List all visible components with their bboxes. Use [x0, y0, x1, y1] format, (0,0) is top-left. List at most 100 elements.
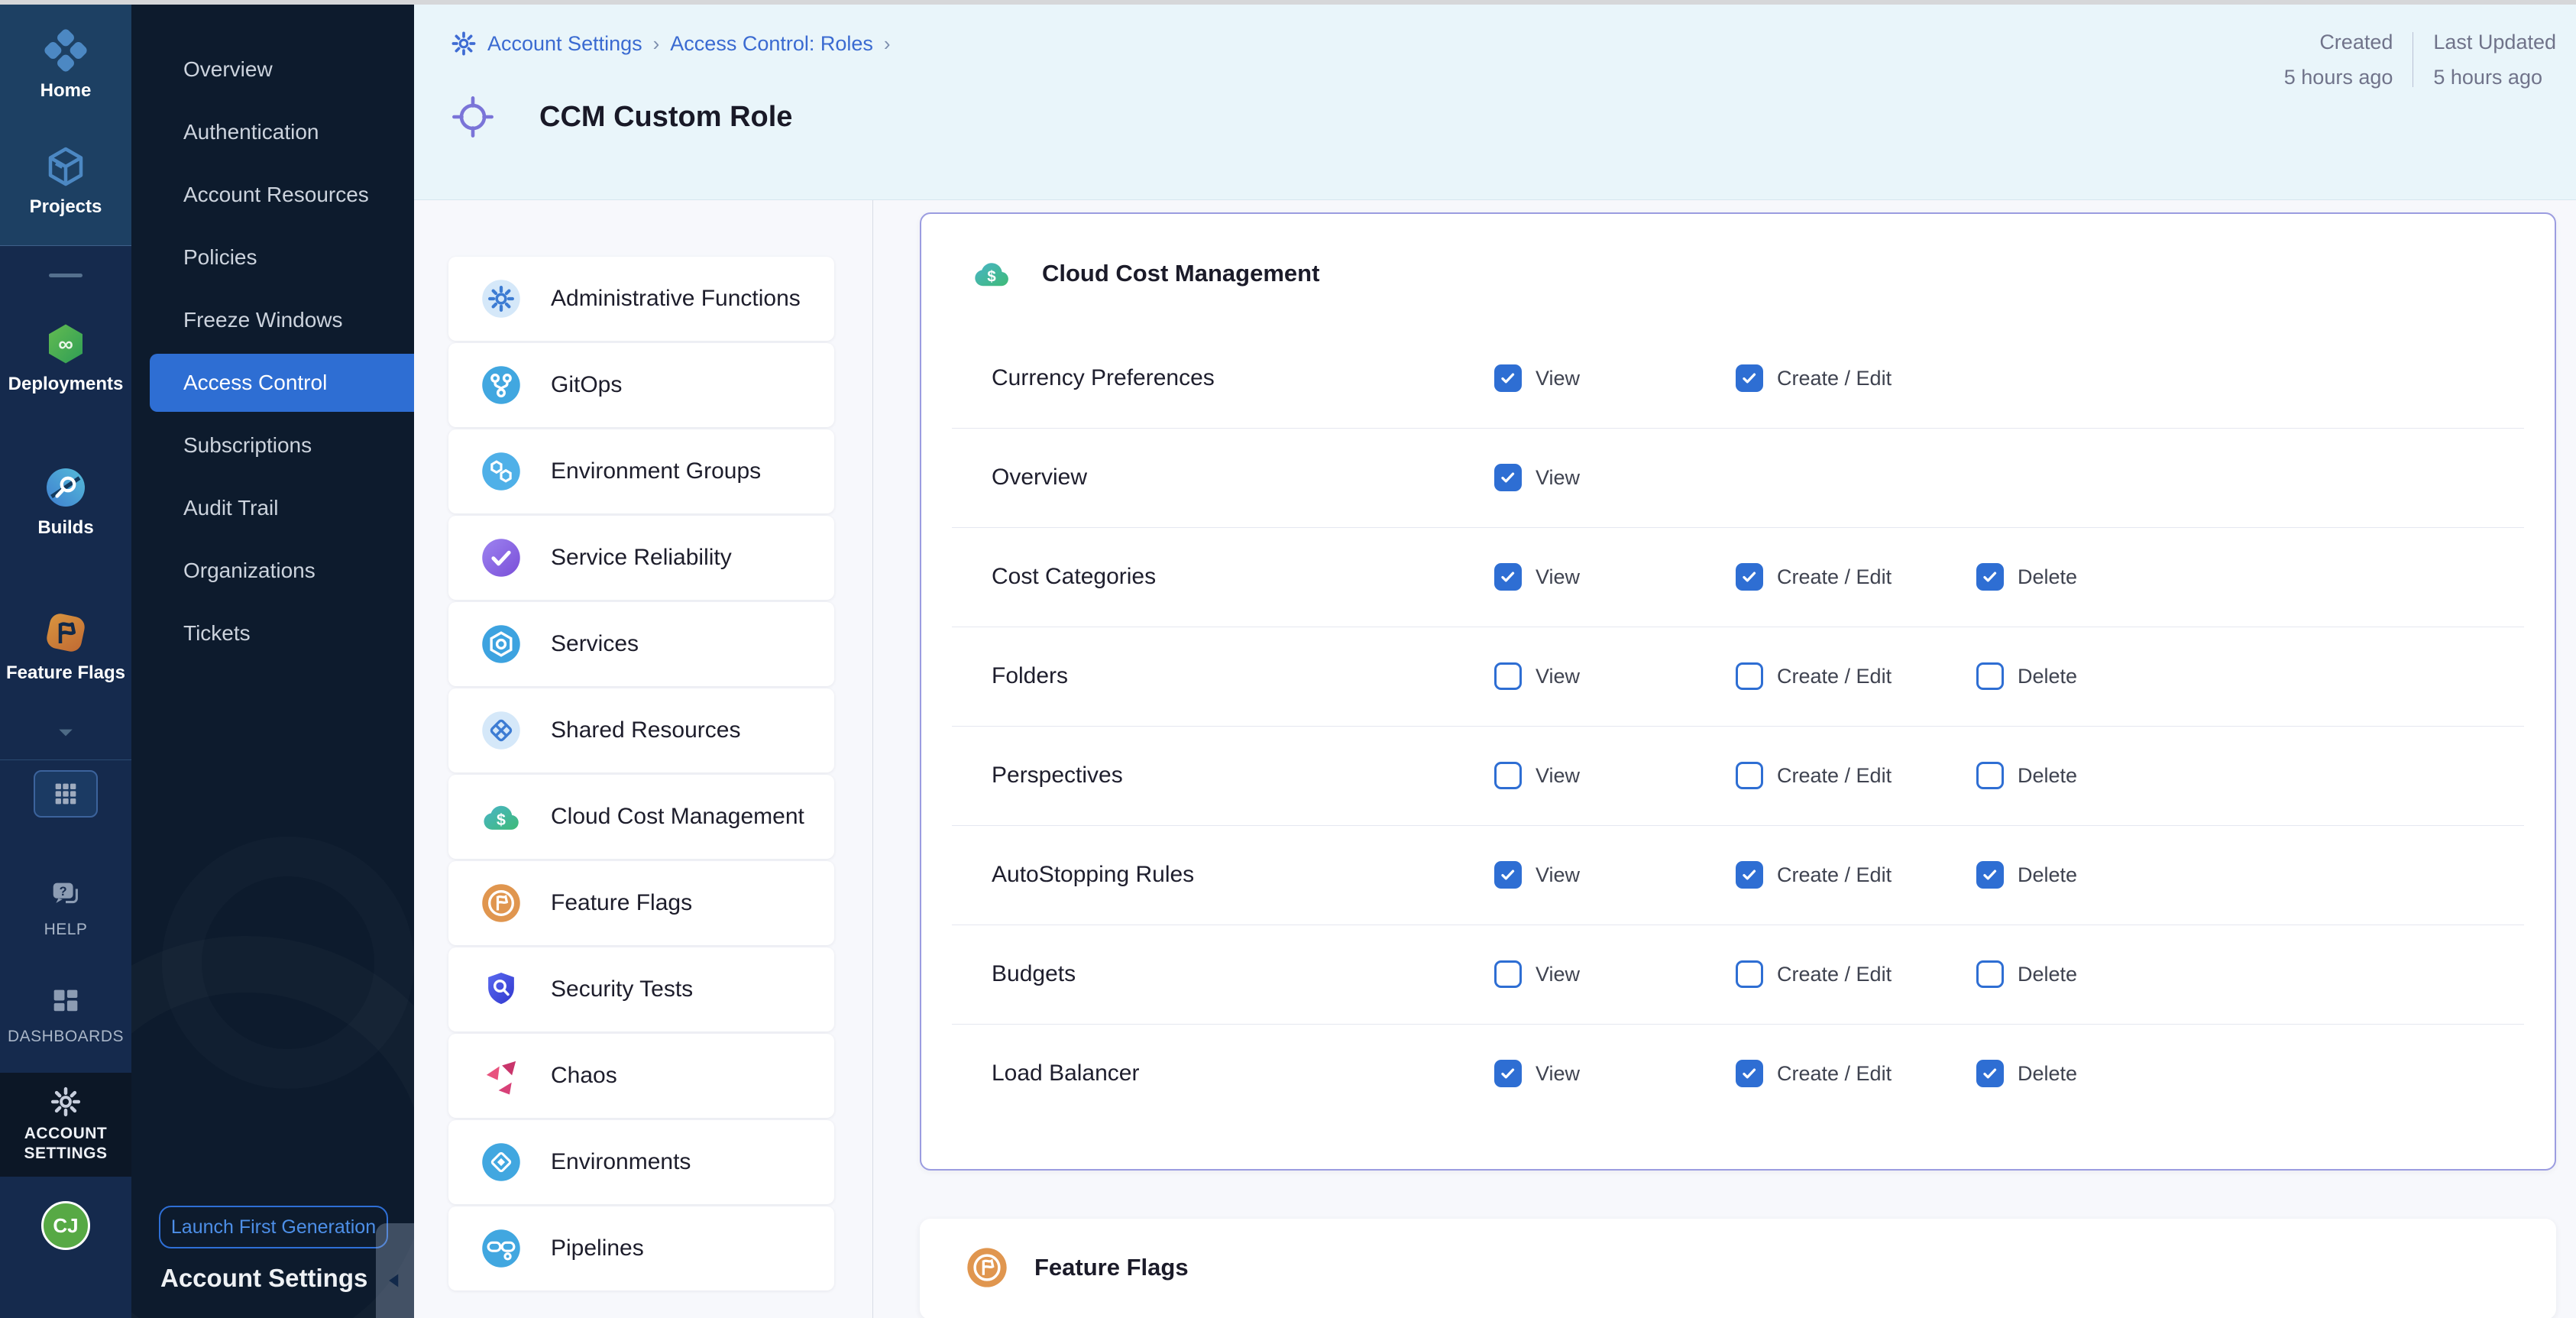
page-header: Account Settings›Access Control: Roles› …: [414, 5, 2576, 200]
permission-create-edit[interactable]: Create / Edit: [1736, 762, 1892, 789]
permission-delete[interactable]: Delete: [1976, 960, 2077, 988]
permission-row-folders: FoldersViewCreate / EditDelete: [921, 627, 2555, 726]
avatar[interactable]: CJ: [41, 1201, 90, 1250]
menu-item-freeze-windows[interactable]: Freeze Windows: [131, 291, 414, 349]
module-card-cloud-cost-management[interactable]: $Cloud Cost Management: [448, 775, 834, 859]
permission-create-edit[interactable]: Create / Edit: [1736, 364, 1892, 392]
module-card-shared-resources[interactable]: Shared Resources: [448, 688, 834, 772]
permission-create-edit[interactable]: Create / Edit: [1736, 1060, 1892, 1087]
created-value: 5 hours ago: [2284, 63, 2393, 92]
permission-label: Delete: [2018, 963, 2077, 986]
permission-rows: Currency PreferencesViewCreate / EditOve…: [921, 329, 2555, 1123]
permission-delete[interactable]: Delete: [1976, 762, 2077, 789]
permission-create-edit[interactable]: Create / Edit: [1736, 960, 1892, 988]
checkbox-checked[interactable]: [1736, 861, 1763, 889]
checkbox-unchecked[interactable]: [1736, 762, 1763, 789]
module-card-gitops[interactable]: GitOps: [448, 343, 834, 427]
permission-view[interactable]: View: [1494, 1060, 1580, 1087]
permission-row-overview: OverviewView: [921, 428, 2555, 527]
permission-create-edit[interactable]: Create / Edit: [1736, 563, 1892, 591]
menu-item-organizations[interactable]: Organizations: [131, 542, 414, 600]
checkbox-checked[interactable]: [1976, 1060, 2004, 1087]
checkbox-checked[interactable]: [1976, 861, 2004, 889]
menu-item-label: Tickets: [183, 621, 251, 646]
permission-view[interactable]: View: [1494, 464, 1580, 491]
module-card-pipelines[interactable]: Pipelines: [448, 1206, 834, 1290]
sidebar-item-deployments[interactable]: ∞Deployments: [0, 321, 131, 394]
module-card-label: Shared Resources: [551, 717, 740, 743]
feature-flags-squircle-icon: [43, 610, 89, 656]
module-selector-button[interactable]: [34, 770, 98, 818]
sidebar-item-label: Feature Flags: [6, 662, 125, 683]
checkbox-checked[interactable]: [1976, 563, 2004, 591]
checkbox-checked[interactable]: [1736, 364, 1763, 392]
sidebar-item-account-settings[interactable]: ACCOUNT SETTINGS: [0, 1073, 131, 1177]
permission-label: Create / Edit: [1777, 963, 1892, 986]
permission-delete[interactable]: Delete: [1976, 662, 2077, 690]
permission-view[interactable]: View: [1494, 960, 1580, 988]
target-icon: [451, 95, 495, 139]
permission-create-edit[interactable]: Create / Edit: [1736, 861, 1892, 889]
checkbox-checked[interactable]: [1736, 1060, 1763, 1087]
checkbox-unchecked[interactable]: [1976, 960, 2004, 988]
permission-label: Create / Edit: [1777, 1062, 1892, 1086]
module-card-environments[interactable]: Environments: [448, 1120, 834, 1204]
permission-create-edit[interactable]: Create / Edit: [1736, 662, 1892, 690]
sidebar-item-projects[interactable]: Projects: [0, 144, 131, 217]
checkbox-unchecked[interactable]: [1736, 662, 1763, 690]
menu-item-subscriptions[interactable]: Subscriptions: [131, 416, 414, 474]
menu-item-access-control[interactable]: Access Control: [150, 354, 414, 412]
module-card-security-tests[interactable]: Security Tests: [448, 947, 834, 1031]
module-card-service-reliability[interactable]: Service Reliability: [448, 516, 834, 600]
sidebar-collapse-handle[interactable]: [376, 1223, 414, 1318]
menu-item-tickets[interactable]: Tickets: [131, 604, 414, 662]
permission-view[interactable]: View: [1494, 861, 1580, 889]
permission-view[interactable]: View: [1494, 762, 1580, 789]
breadcrumb-link[interactable]: Access Control: Roles: [670, 32, 873, 56]
menu-item-policies[interactable]: Policies: [131, 228, 414, 287]
permission-label: Delete: [2018, 665, 2077, 688]
permission-view[interactable]: View: [1494, 563, 1580, 591]
checkbox-checked[interactable]: [1494, 1060, 1522, 1087]
checkbox-checked[interactable]: [1494, 464, 1522, 491]
checkbox-unchecked[interactable]: [1494, 662, 1522, 690]
checkbox-checked[interactable]: [1494, 563, 1522, 591]
checkbox-unchecked[interactable]: [1976, 762, 2004, 789]
svg-text:$: $: [987, 268, 996, 286]
checkbox-checked[interactable]: [1494, 364, 1522, 392]
module-card-feature-flags[interactable]: Feature Flags: [448, 861, 834, 945]
sidebar-item-label: Home: [40, 80, 92, 101]
checkbox-unchecked[interactable]: [1494, 960, 1522, 988]
checkbox-unchecked[interactable]: [1736, 960, 1763, 988]
chevron-down-icon[interactable]: [50, 721, 81, 744]
sidebar-item-feature-flags[interactable]: Feature Flags: [0, 610, 131, 683]
sidebar-item-dashboards[interactable]: DASHBOARDS: [0, 984, 131, 1047]
sidebar-item-help[interactable]: ?HELP: [0, 877, 131, 940]
permission-delete[interactable]: Delete: [1976, 1060, 2077, 1087]
sidebar-item-builds[interactable]: Builds: [0, 465, 131, 538]
checkbox-checked[interactable]: [1736, 563, 1763, 591]
permission-view[interactable]: View: [1494, 364, 1580, 392]
module-card-services[interactable]: Services: [448, 602, 834, 686]
module-card-administrative-functions[interactable]: Administrative Functions: [448, 257, 834, 341]
role-meta: Created 5 hours ago Last Updated 5 hours…: [2284, 28, 2556, 92]
menu-item-account-resources[interactable]: Account Resources: [131, 166, 414, 224]
launch-first-generation-button[interactable]: Launch First Generation: [159, 1206, 388, 1248]
module-card-environment-groups[interactable]: Environment Groups: [448, 429, 834, 513]
checkbox-unchecked[interactable]: [1494, 762, 1522, 789]
menu-item-overview[interactable]: Overview: [131, 40, 414, 99]
menu-item-audit-trail[interactable]: Audit Trail: [131, 479, 414, 537]
permission-view[interactable]: View: [1494, 662, 1580, 690]
module-card-label: Environment Groups: [551, 458, 761, 484]
feature-flag-circle-icon: [481, 882, 522, 924]
checkbox-checked[interactable]: [1494, 861, 1522, 889]
menu-item-authentication[interactable]: Authentication: [131, 103, 414, 161]
breadcrumb-link[interactable]: Account Settings: [487, 32, 642, 56]
module-card-chaos[interactable]: Chaos: [448, 1034, 834, 1118]
permission-delete[interactable]: Delete: [1976, 563, 2077, 591]
permission-delete[interactable]: Delete: [1976, 861, 2077, 889]
checkbox-unchecked[interactable]: [1976, 662, 2004, 690]
sidebar-item-home[interactable]: Home: [0, 28, 131, 101]
sidebar-item-label: DASHBOARDS: [8, 1026, 124, 1047]
module-card-label: Environments: [551, 1149, 691, 1175]
